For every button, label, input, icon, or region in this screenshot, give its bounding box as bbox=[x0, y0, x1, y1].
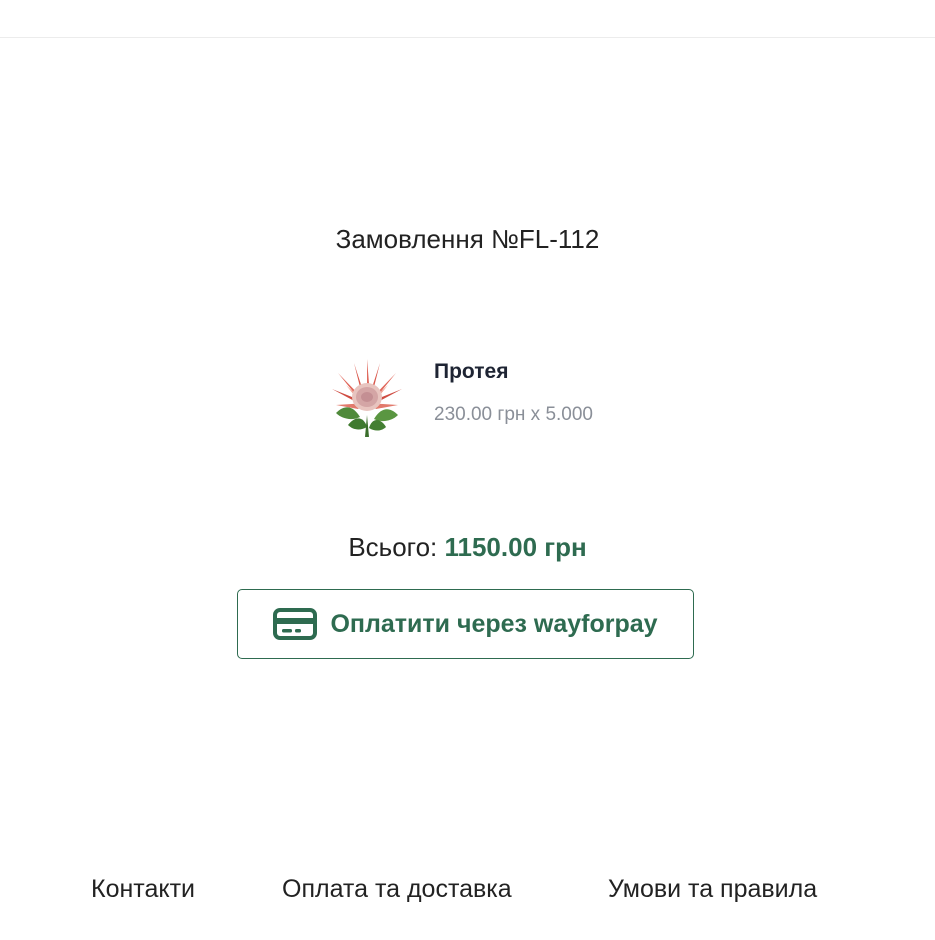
top-divider bbox=[0, 37, 935, 38]
credit-card-icon bbox=[273, 608, 318, 640]
item-price-quantity: 230.00 грн x 5.000 bbox=[434, 404, 593, 425]
order-item: Протея 230.00 грн x 5.000 bbox=[326, 355, 726, 439]
pay-button-label: Оплатити через wayforpay bbox=[330, 609, 658, 638]
total-label: Всього: bbox=[348, 532, 445, 562]
footer-link-terms[interactable]: Умови та правила bbox=[608, 872, 817, 906]
protea-flower-icon bbox=[326, 355, 408, 437]
total-value: 1150.00 грн bbox=[444, 532, 587, 562]
footer-link-payment-delivery[interactable]: Оплата та доставка bbox=[282, 872, 512, 906]
item-image bbox=[326, 355, 408, 437]
footer-nav: Контакти Оплата та доставка Умови та пра… bbox=[0, 872, 935, 906]
pay-wayforpay-button[interactable]: Оплатити через wayforpay bbox=[237, 589, 694, 659]
footer-link-contacts[interactable]: Контакти bbox=[91, 872, 195, 906]
item-name: Протея bbox=[434, 360, 509, 383]
order-title: Замовлення №FL-112 bbox=[335, 224, 600, 254]
order-total: Всього: 1150.00 грн bbox=[0, 530, 935, 564]
